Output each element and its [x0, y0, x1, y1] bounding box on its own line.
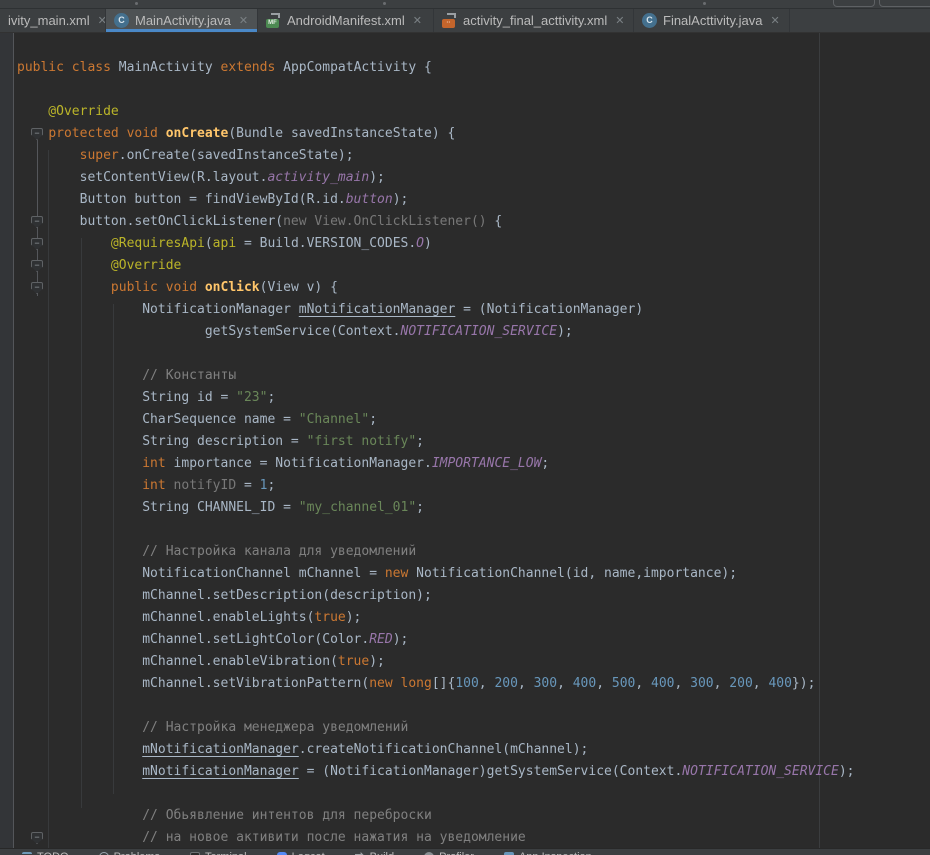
tab-finalacttivity-java[interactable]: C FinalActtivity.java ✕: [634, 8, 790, 32]
code-line: // на новое активити после нажатия на ув…: [17, 827, 855, 848]
device-button-group[interactable]: [879, 0, 930, 7]
tab-label: activity_final_acttivity.xml: [463, 13, 607, 28]
tool-window-button-build[interactable]: Build: [355, 851, 394, 855]
toolbar-icon[interactable]: [703, 2, 706, 5]
tool-window-label: Logcat: [292, 851, 325, 855]
run-button-group[interactable]: [833, 0, 875, 7]
toolbar-icon[interactable]: [383, 2, 386, 5]
code-line: mChannel.setLightColor(Color.RED);: [17, 629, 855, 651]
code-line: button.setOnClickListener(new View.OnCli…: [17, 211, 855, 233]
close-tab-icon[interactable]: ✕: [98, 14, 106, 27]
ide-window: ivity_main.xml ✕ C MainActivity.java ✕ MF Andr…: [0, 0, 930, 855]
code-line: mChannel.enableLights(true);: [17, 607, 855, 629]
code-line: getSystemService(Context.NOTIFICATION_SE…: [17, 321, 855, 343]
code-line: String description = "first notify";: [17, 431, 855, 453]
tool-window-button-todo[interactable]: TODO: [22, 851, 69, 855]
code-line: setContentView(R.layout.activity_main);: [17, 167, 855, 189]
java-class-icon: C: [114, 13, 129, 28]
editor-tab-bar: ivity_main.xml ✕ C MainActivity.java ✕ MF Andr…: [0, 8, 930, 33]
code-line: // Настройка менеджера уведомлений: [17, 717, 855, 739]
code-line: public class MainActivity extends AppCom…: [17, 57, 855, 79]
tool-window-button-problems[interactable]: Problems: [99, 851, 160, 855]
code-line: Button button = findViewById(R.id.button…: [17, 189, 855, 211]
code-line: String CHANNEL_ID = "my_channel_01";: [17, 497, 855, 519]
code-line: @RequiresApi(api = Build.VERSION_CODES.O…: [17, 233, 855, 255]
code-line: [17, 79, 855, 101]
tool-window-button-terminal[interactable]: Terminal: [190, 851, 247, 855]
code-line: NotificationManager mNotificationManager…: [17, 299, 855, 321]
code-line: // Обьявление интентов для переброски: [17, 805, 855, 827]
close-tab-icon[interactable]: ✕: [413, 14, 422, 27]
tab-activity-final-acttivity-xml[interactable]: ·· activity_final_acttivity.xml ✕: [434, 8, 634, 32]
code-line: int notifyID = 1;: [17, 475, 855, 497]
close-tab-icon[interactable]: ✕: [615, 14, 624, 27]
code-line: int importance = NotificationManager.IMP…: [17, 453, 855, 475]
code-area[interactable]: public class MainActivity extends AppCom…: [0, 57, 855, 848]
tool-window-label: Problems: [114, 851, 160, 855]
tool-window-bar: TODO Problems Terminal Logcat Build Profiler A…: [0, 848, 930, 855]
main-toolbar: [0, 0, 930, 9]
code-line: // Настройка канала для уведомлений: [17, 541, 855, 563]
tab-mainactivity-java[interactable]: C MainActivity.java ✕: [106, 8, 258, 32]
tool-window-label: Terminal: [205, 851, 247, 855]
code-line: mChannel.enableVibration(true);: [17, 651, 855, 673]
code-line: [17, 519, 855, 541]
code-line: mNotificationManager = (NotificationMana…: [17, 761, 855, 783]
code-line: [17, 343, 855, 365]
tab-label: MainActivity.java: [135, 13, 231, 28]
tool-window-label: Build: [370, 851, 394, 855]
tool-window-label: TODO: [37, 851, 69, 855]
code-line: // Константы: [17, 365, 855, 387]
layout-file-icon: ··: [442, 13, 457, 28]
code-line: super.onCreate(savedInstanceState);: [17, 145, 855, 167]
toolbar-icon[interactable]: [135, 2, 138, 5]
code-line: [17, 783, 855, 805]
tool-window-button-profiler[interactable]: Profiler: [424, 851, 474, 855]
close-tab-icon[interactable]: ✕: [770, 14, 779, 27]
tool-window-label: App Inspection: [519, 851, 592, 855]
code-line: public void onClick(View v) {: [17, 277, 855, 299]
code-line: @Override: [17, 255, 855, 277]
tool-window-label: Profiler: [439, 851, 474, 855]
code-line: String id = "23";: [17, 387, 855, 409]
tab-label: FinalActtivity.java: [663, 13, 762, 28]
code-line: mChannel.setVibrationPattern(new long[]{…: [17, 673, 855, 695]
tab-ivity-main-xml[interactable]: ivity_main.xml ✕: [0, 8, 106, 32]
tab-label: AndroidManifest.xml: [287, 13, 405, 28]
code-line: NotificationChannel mChannel = new Notif…: [17, 563, 855, 585]
code-line: mNotificationManager.createNotificationC…: [17, 739, 855, 761]
code-line: mChannel.setDescription(description);: [17, 585, 855, 607]
code-editor[interactable]: public class MainActivity extends AppCom…: [0, 33, 930, 848]
tool-window-button-logcat[interactable]: Logcat: [277, 851, 325, 855]
java-class-icon: C: [642, 13, 657, 28]
manifest-file-icon: MF: [266, 13, 281, 28]
code-line: protected void onCreate(Bundle savedInst…: [17, 123, 855, 145]
close-tab-icon[interactable]: ✕: [239, 14, 248, 27]
code-line: CharSequence name = "Channel";: [17, 409, 855, 431]
tool-window-button-app-inspection[interactable]: App Inspection: [504, 851, 592, 855]
code-line: @Override: [17, 101, 855, 123]
tab-androidmanifest-xml[interactable]: MF AndroidManifest.xml ✕: [258, 8, 434, 32]
code-line: [17, 695, 855, 717]
tab-label: ivity_main.xml: [8, 13, 90, 28]
